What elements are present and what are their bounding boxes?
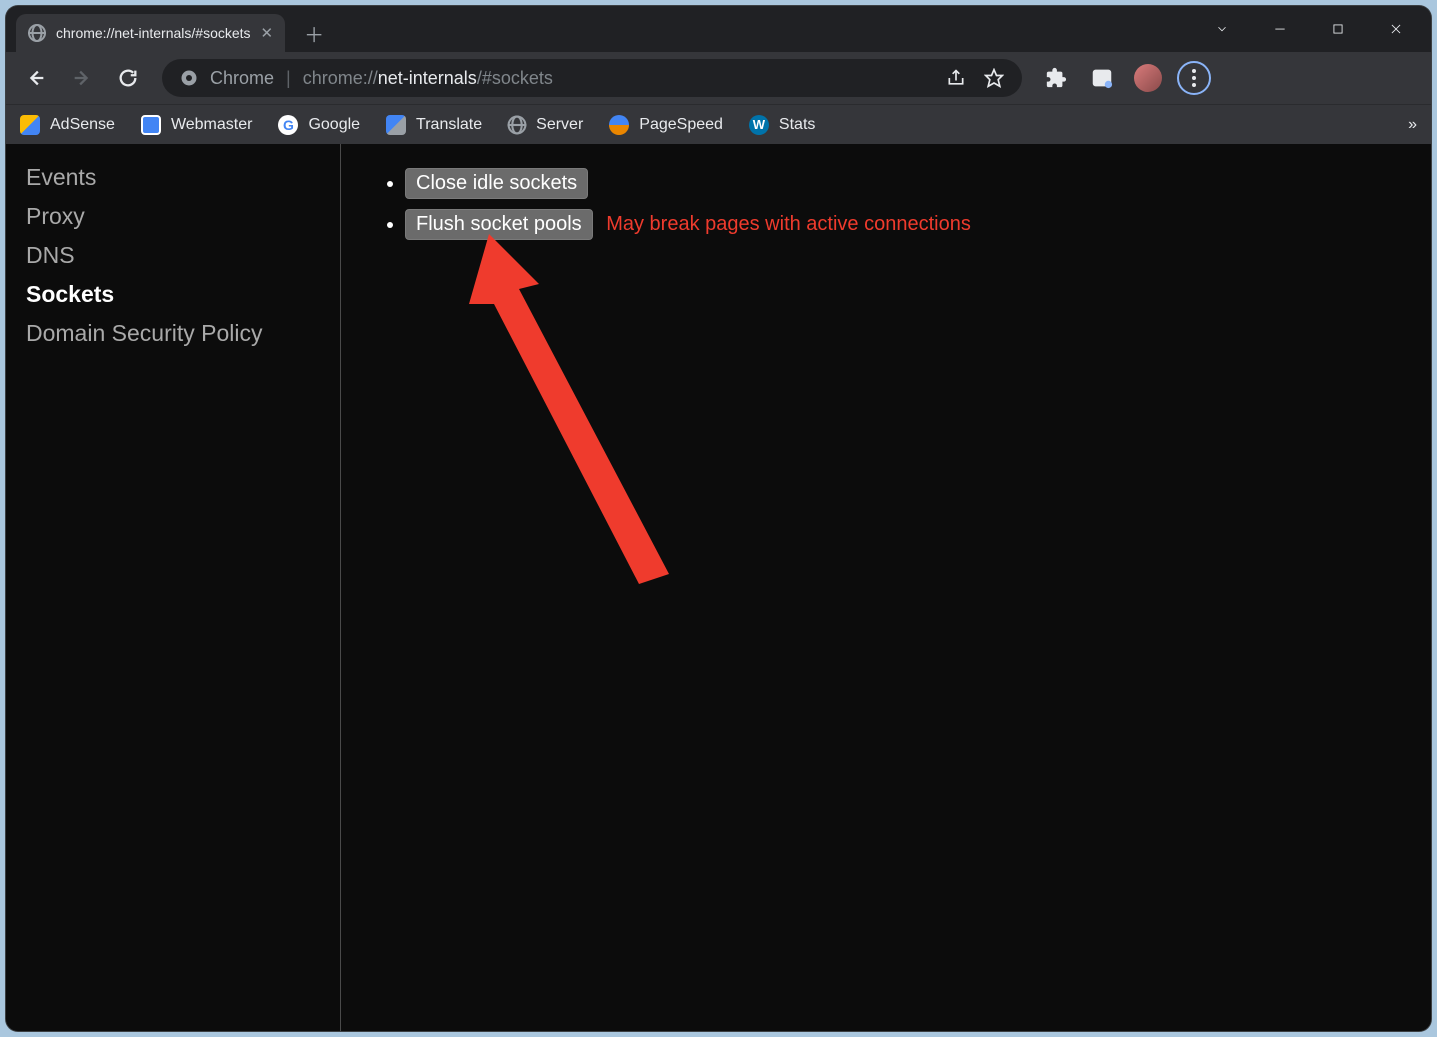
browser-window: chrome://net-internals/#sockets ✕ ＋ xyxy=(6,6,1431,1031)
bookmarks-overflow-icon[interactable]: » xyxy=(1408,116,1417,134)
wordpress-icon: W xyxy=(749,115,769,135)
bookmark-stats[interactable]: W Stats xyxy=(749,115,815,135)
bookmark-label: Google xyxy=(308,116,360,134)
server-icon xyxy=(508,115,527,134)
annotation-arrow-icon xyxy=(449,234,709,594)
omnibox-actions xyxy=(946,68,1004,88)
flush-socket-pools-button[interactable]: Flush socket pools xyxy=(405,209,593,240)
omnibox-separator: | xyxy=(286,68,291,89)
omnibox-url: chrome://net-internals/#sockets xyxy=(303,68,553,89)
sidebar-item-events[interactable]: Events xyxy=(6,158,340,197)
bookmark-label: PageSpeed xyxy=(639,116,723,134)
minimize-button[interactable] xyxy=(1251,9,1309,49)
pagespeed-icon xyxy=(609,115,629,135)
google-icon: G xyxy=(278,115,298,135)
bookmark-star-icon[interactable] xyxy=(984,68,1004,88)
net-internals-sidebar: Events Proxy DNS Sockets Domain Security… xyxy=(6,144,341,1031)
translate-icon xyxy=(386,115,406,135)
maximize-button[interactable] xyxy=(1309,9,1367,49)
page-content: Events Proxy DNS Sockets Domain Security… xyxy=(6,144,1431,1031)
back-button[interactable] xyxy=(16,58,56,98)
bookmark-google[interactable]: G Google xyxy=(278,115,360,135)
bookmark-server[interactable]: Server xyxy=(508,116,583,134)
bookmark-label: AdSense xyxy=(50,116,115,134)
chrome-icon xyxy=(180,69,198,87)
bookmark-pagespeed[interactable]: PageSpeed xyxy=(609,115,723,135)
close-window-button[interactable] xyxy=(1367,9,1425,49)
toolbar: Chrome | chrome://net-internals/#sockets xyxy=(6,52,1431,104)
url-host: net-internals xyxy=(378,68,477,88)
main-panel: Close idle sockets Flush socket pools Ma… xyxy=(341,144,1431,1031)
bookmark-label: Webmaster xyxy=(171,116,253,134)
menu-button[interactable] xyxy=(1174,58,1214,98)
omnibox-label: Chrome xyxy=(210,68,274,89)
bookmark-label: Stats xyxy=(779,116,815,134)
bookmark-adsense[interactable]: AdSense xyxy=(20,115,115,135)
sidebar-item-sockets[interactable]: Sockets xyxy=(6,275,340,314)
address-bar[interactable]: Chrome | chrome://net-internals/#sockets xyxy=(162,59,1022,97)
list-item: Flush socket pools May break pages with … xyxy=(405,209,1391,240)
bookmarks-bar: AdSense Webmaster G Google Translate Ser… xyxy=(6,104,1431,144)
bookmark-translate[interactable]: Translate xyxy=(386,115,482,135)
tab-strip: chrome://net-internals/#sockets ✕ ＋ xyxy=(6,6,1431,52)
bookmark-label: Translate xyxy=(416,116,482,134)
new-tab-button[interactable]: ＋ xyxy=(299,18,329,48)
close-idle-sockets-button[interactable]: Close idle sockets xyxy=(405,168,588,199)
url-path: /#sockets xyxy=(477,68,553,88)
close-tab-icon[interactable]: ✕ xyxy=(261,24,274,42)
globe-icon xyxy=(28,24,46,42)
bookmark-label: Server xyxy=(536,116,583,134)
window-controls xyxy=(1193,6,1431,52)
socket-actions-list: Close idle sockets Flush socket pools Ma… xyxy=(381,168,1391,240)
share-icon[interactable] xyxy=(946,68,966,88)
webmaster-icon xyxy=(141,115,161,135)
bookmark-webmaster[interactable]: Webmaster xyxy=(141,115,253,135)
sidebar-item-dns[interactable]: DNS xyxy=(6,236,340,275)
profile-avatar[interactable] xyxy=(1128,58,1168,98)
list-item: Close idle sockets xyxy=(405,168,1391,199)
url-scheme: chrome:// xyxy=(303,68,378,88)
forward-button[interactable] xyxy=(62,58,102,98)
tab-search-button[interactable] xyxy=(1193,9,1251,49)
tab-title: chrome://net-internals/#sockets xyxy=(56,25,251,41)
sidebar-item-domain-security[interactable]: Domain Security Policy xyxy=(6,314,340,353)
sidepanel-icon[interactable] xyxy=(1082,58,1122,98)
browser-tab[interactable]: chrome://net-internals/#sockets ✕ xyxy=(16,14,285,52)
extensions-icon[interactable] xyxy=(1036,58,1076,98)
reload-button[interactable] xyxy=(108,58,148,98)
adsense-icon xyxy=(20,115,40,135)
flush-warning-text: May break pages with active connections xyxy=(606,213,971,235)
sidebar-item-proxy[interactable]: Proxy xyxy=(6,197,340,236)
